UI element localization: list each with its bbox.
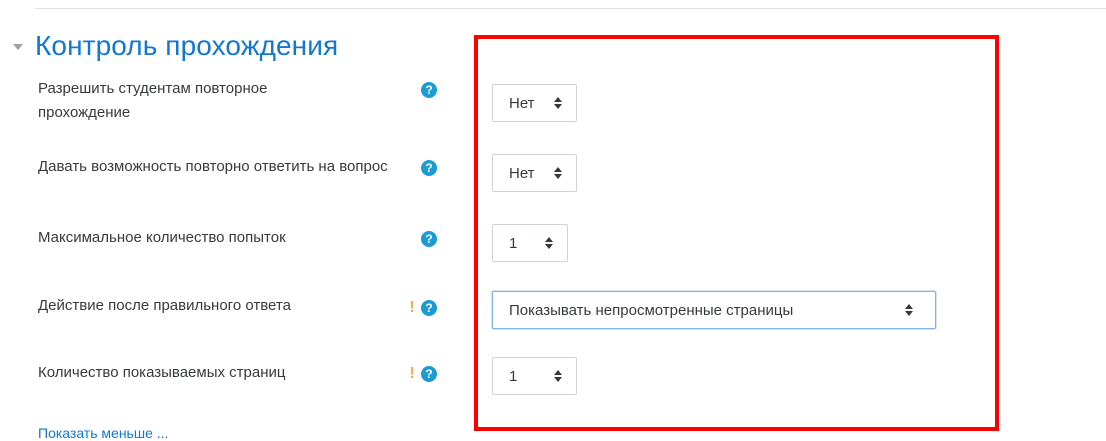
help-icon[interactable]: ?	[421, 300, 437, 316]
sort-arrows-icon	[554, 370, 562, 382]
show-less-link[interactable]: Показать меньше ...	[38, 425, 168, 441]
select-pages-shown-value: 1	[509, 367, 518, 385]
sort-arrows-icon	[554, 167, 562, 179]
field-label-max-attempts: Максимальное количество попыток	[38, 229, 286, 246]
section-header-toggle[interactable]: Контроль прохождения	[6, 26, 338, 66]
field-label-after-correct: Действие после правильного ответа	[38, 297, 291, 314]
select-max-attempts[interactable]: 1	[492, 224, 568, 262]
select-reanswer[interactable]: Нет	[492, 154, 577, 192]
help-icon[interactable]: ?	[421, 366, 437, 382]
field-label-reanswer: Давать возможность повторно ответить на …	[38, 158, 388, 175]
select-after-correct-value: Показывать непросмотренные страницы	[509, 301, 794, 319]
select-pages-shown[interactable]: 1	[492, 357, 577, 395]
help-icon[interactable]: ?	[421, 82, 437, 98]
exclamation-icon: !	[409, 365, 415, 382]
select-retake-value: Нет	[509, 94, 535, 112]
help-icon[interactable]: ?	[421, 231, 437, 247]
caret-down-icon	[13, 44, 23, 50]
sort-arrows-icon	[905, 304, 913, 316]
top-divider	[35, 8, 1106, 9]
field-label-retake: Разрешить студентам повторное прохождени…	[38, 80, 268, 121]
exclamation-icon: !	[409, 299, 415, 316]
select-reanswer-value: Нет	[509, 164, 535, 182]
sort-arrows-icon	[554, 97, 562, 109]
sort-arrows-icon	[545, 237, 553, 249]
select-retake[interactable]: Нет	[492, 84, 577, 122]
section-title: Контроль прохождения	[35, 30, 339, 61]
field-label-pages-shown: Количество показываемых страниц	[38, 364, 286, 381]
select-after-correct[interactable]: Показывать непросмотренные страницы	[492, 291, 936, 329]
select-max-attempts-value: 1	[509, 234, 518, 252]
help-icon[interactable]: ?	[421, 160, 437, 176]
